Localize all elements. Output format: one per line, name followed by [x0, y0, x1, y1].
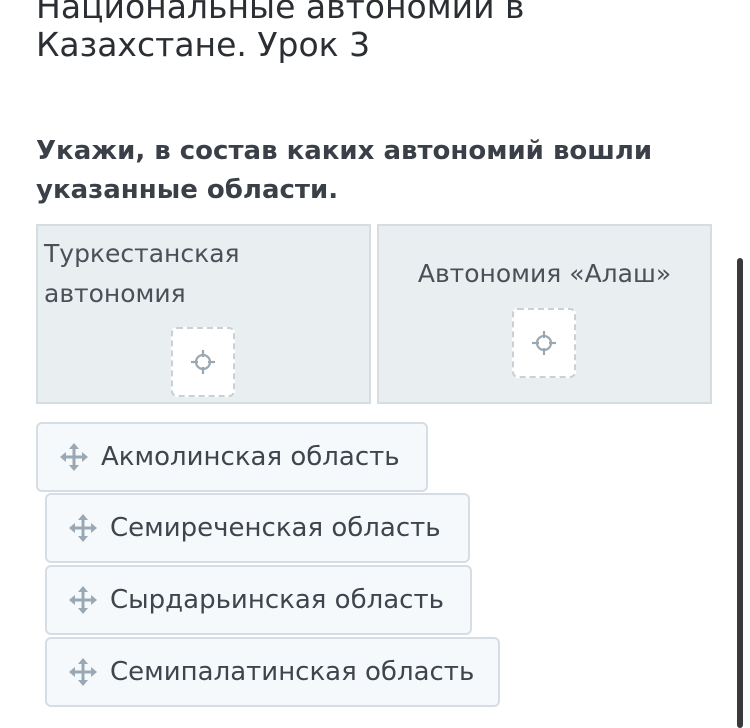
task-instruction: Укажи, в состав каких автономий вошли ук…	[36, 136, 653, 205]
tile-label: Семиреченская область	[110, 513, 441, 543]
tile-label: Акмолинская область	[101, 442, 400, 472]
tile-label: Сырдарьинская область	[110, 585, 444, 615]
move-arrows-icon[interactable]	[68, 657, 98, 687]
move-arrows-icon[interactable]	[68, 513, 98, 543]
drop-zone-label: Туркестанская автономия	[44, 239, 240, 308]
crosshair-icon	[191, 350, 215, 374]
tile-label: Семипалатинская область	[110, 657, 475, 687]
drop-slot[interactable]	[171, 327, 235, 397]
lesson-title: Национальные автономии в Казахстане. Уро…	[36, 0, 525, 64]
draggable-tile-akmolinsk[interactable]: Акмолинская область	[36, 422, 428, 492]
drop-slot[interactable]	[512, 308, 576, 378]
draggable-tile-syrdarya[interactable]: Сырдарьинская область	[45, 565, 472, 635]
crosshair-icon	[532, 331, 556, 355]
drop-zone-label: Автономия «Алаш»	[417, 259, 672, 288]
draggable-tile-semipalatinsk[interactable]: Семипалатинская область	[45, 637, 500, 707]
draggable-tile-semirechensk[interactable]: Семиреченская область	[45, 493, 470, 563]
drop-zone-turkestan[interactable]: Туркестанская автономия	[36, 224, 371, 404]
scrollbar[interactable]	[737, 258, 743, 728]
move-arrows-icon[interactable]	[59, 442, 89, 472]
drop-zone-alash[interactable]: Автономия «Алаш»	[377, 224, 712, 404]
move-arrows-icon[interactable]	[68, 585, 98, 615]
